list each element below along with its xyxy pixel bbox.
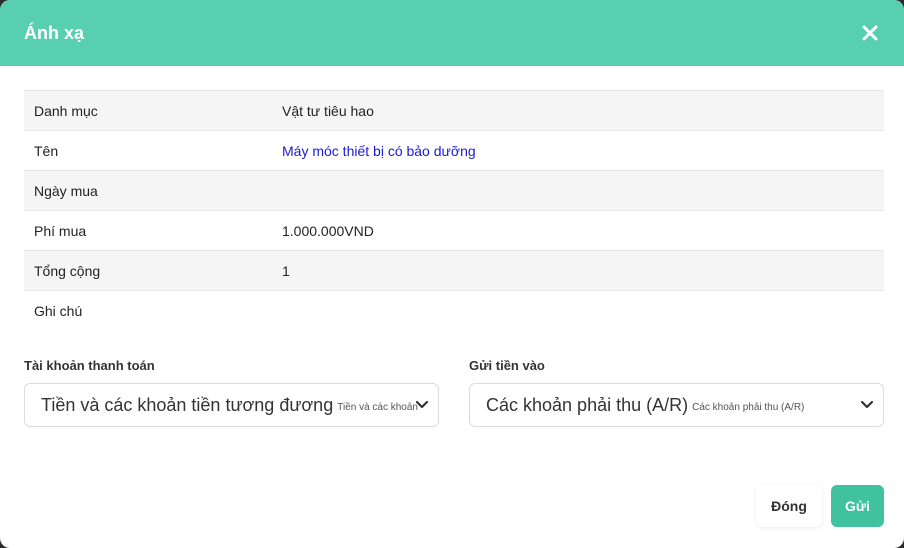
table-row: Tổng cộng 1 [24, 250, 884, 290]
row-label: Tên [34, 142, 59, 159]
submit-button[interactable]: Gửi [831, 485, 884, 527]
row-label: Tổng cộng [34, 262, 101, 279]
table-row: Tên Máy móc thiết bị có bảo dưỡng [24, 130, 884, 170]
row-value: 1.000.000VND [282, 222, 374, 239]
payment-account-select[interactable]: Tiền và các khoản tiền tương đương Tiền … [24, 383, 439, 427]
deposit-to-select[interactable]: Các khoản phải thu (A/R) Các khoản phải … [469, 383, 884, 427]
modal-header: Ánh xạ [0, 0, 904, 66]
table-row: Danh mục Vật tư tiêu hao [24, 90, 884, 130]
deposit-to-label: Gửi tiền vào [469, 358, 545, 373]
payment-account-selected-sub: Tiền và các khoản [337, 401, 418, 413]
row-label: Ngày mua [34, 182, 98, 199]
deposit-to-selected-sub: Các khoản phải thu (A/R) [692, 401, 805, 413]
row-label: Phí mua [34, 222, 87, 239]
close-button[interactable]: Đóng [756, 485, 822, 527]
row-label: Ghi chú [34, 302, 83, 319]
mapping-modal: Ánh xạ Danh mục Vật tư tiêu hao Tên Máy … [0, 0, 904, 548]
details-table: Danh mục Vật tư tiêu hao Tên Máy móc thi… [24, 90, 884, 330]
category-value: Vật tư tiêu hao [282, 102, 374, 119]
payment-account-label: Tài khoản thanh toán [24, 358, 155, 373]
payment-account-selected: Tiền và các khoản tiền tương đương [41, 394, 334, 415]
row-value: 1 [282, 262, 290, 279]
deposit-to-field: Gửi tiền vào Các khoản phải thu (A/R) Cá… [469, 358, 884, 427]
chevron-down-icon [415, 400, 429, 409]
close-icon[interactable] [860, 23, 880, 43]
chevron-down-icon [860, 400, 874, 409]
deposit-to-selected: Các khoản phải thu (A/R) [486, 394, 689, 415]
row-label: Danh mục [34, 102, 98, 119]
modal-title: Ánh xạ [24, 23, 85, 43]
table-row: Ghi chú [24, 290, 884, 330]
payment-account-field: Tài khoản thanh toán Tiền và các khoản t… [24, 358, 439, 427]
table-row: Phí mua 1.000.000VND [24, 210, 884, 250]
item-name-link[interactable]: Máy móc thiết bị có bảo dưỡng [282, 143, 476, 159]
table-row: Ngày mua [24, 170, 884, 210]
